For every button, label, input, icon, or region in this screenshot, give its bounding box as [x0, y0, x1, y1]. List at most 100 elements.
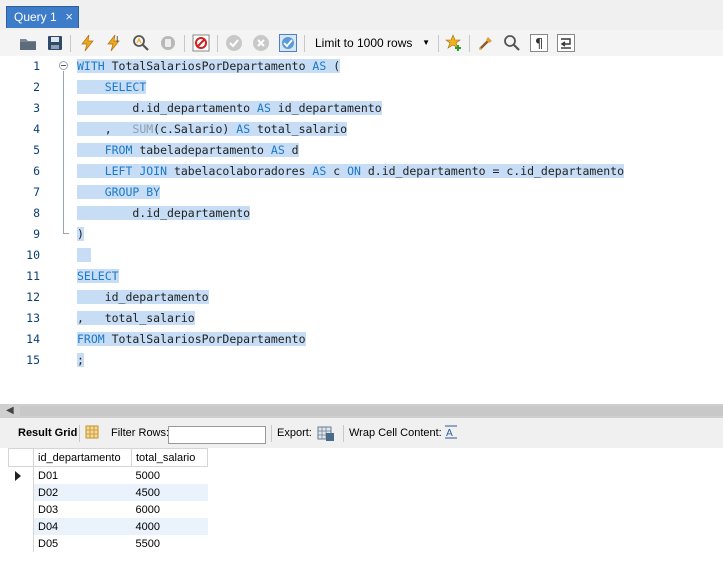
sql-keyword: AS [312, 164, 327, 178]
toggle-error-icon[interactable] [192, 34, 210, 52]
line-number: 1 [33, 59, 40, 73]
tab-bar: Query 1 × [0, 0, 723, 31]
autocommit-icon[interactable] [279, 34, 297, 52]
sql-text: total_salario [250, 122, 348, 136]
sql-text: , [77, 122, 133, 136]
open-file-icon[interactable] [19, 34, 37, 52]
table-row[interactable]: D02 4500 [8, 484, 208, 501]
table-cell[interactable]: 4500 [131, 484, 208, 501]
code-line[interactable]: LEFT JOIN tabelacolaboradores AS c ON d.… [77, 161, 625, 182]
table-row[interactable]: D03 6000 [8, 501, 208, 518]
code-line[interactable]: SELECT [77, 266, 119, 287]
table-row[interactable]: D04 4000 [8, 518, 208, 535]
result-grid-icon[interactable] [84, 424, 102, 442]
chevron-down-icon: ▼ [422, 38, 430, 47]
commit-icon[interactable] [225, 34, 243, 52]
toolbar-separator [184, 35, 185, 52]
explain-icon[interactable] [132, 34, 150, 52]
code-line[interactable]: d.id_departamento AS id_departamento [77, 98, 382, 119]
code-line[interactable]: id_departamento [77, 287, 209, 308]
table-cell[interactable]: 6000 [132, 501, 208, 518]
svg-text:I: I [116, 35, 118, 44]
code-line[interactable]: , total_salario [77, 308, 195, 329]
rollback-icon[interactable] [252, 34, 270, 52]
tab-query-1[interactable]: Query 1 × [6, 6, 79, 28]
toolbar-separator [469, 35, 470, 52]
column-header[interactable]: total_salario [131, 448, 208, 467]
filter-rows-input[interactable] [168, 426, 266, 444]
code-line[interactable]: FROM tabeladepartamento AS d [77, 140, 299, 161]
row-header[interactable] [8, 501, 34, 518]
export-icon[interactable] [317, 424, 335, 442]
row-header[interactable] [8, 518, 34, 535]
toolbar-separator [438, 35, 439, 52]
fold-marker[interactable] [59, 61, 68, 70]
line-number: 8 [33, 206, 40, 220]
beautify-icon[interactable] [477, 34, 495, 52]
table-cell[interactable]: D01 [34, 467, 132, 485]
row-header[interactable] [8, 535, 34, 552]
close-icon[interactable]: × [65, 7, 73, 27]
row-header[interactable] [8, 484, 34, 501]
limit-rows-select[interactable]: Limit to 1000 rows ▼ [310, 33, 435, 53]
wrap-icon[interactable] [557, 34, 575, 52]
code-line[interactable] [77, 245, 91, 266]
scrollbar-thumb[interactable] [20, 406, 723, 416]
line-number: 7 [33, 185, 40, 199]
sql-text: d [284, 143, 299, 157]
favorite-icon[interactable] [445, 34, 463, 52]
table-row[interactable]: D01 5000 [8, 466, 208, 485]
result-grid[interactable]: id_departamento total_salario D01 5000 D… [0, 448, 723, 565]
stop-icon[interactable] [159, 34, 177, 52]
save-icon[interactable] [46, 34, 64, 52]
selected-code: ) [77, 227, 84, 241]
result-grid-label[interactable]: Result Grid [18, 427, 77, 439]
selected-code [77, 248, 91, 262]
table-cell[interactable]: 5500 [132, 535, 208, 552]
line-number: 6 [33, 164, 40, 178]
editor-horizontal-scrollbar[interactable]: ◀ [0, 404, 723, 418]
code-line[interactable]: WITH TotalSalariosPorDepartamento AS ( [77, 56, 341, 77]
result-table: id_departamento total_salario D01 5000 D… [8, 448, 208, 552]
table-cell[interactable]: D02 [33, 484, 132, 501]
header-row: id_departamento total_salario [8, 448, 208, 467]
wrap-cell-icon[interactable]: A [444, 425, 458, 439]
table-row[interactable]: D05 5500 [8, 535, 208, 552]
line-number: 3 [33, 101, 40, 115]
table-cell[interactable]: 4000 [131, 518, 208, 535]
sql-keyword: SELECT [77, 269, 119, 283]
code-line[interactable]: , SUM(c.Salario) AS total_salario [77, 119, 348, 140]
line-number: 15 [26, 353, 40, 367]
line-number-gutter: 1 2 3 4 5 6 7 8 9 10 11 12 13 14 15 [0, 56, 58, 404]
filter-rows-label: Filter Rows: [111, 427, 170, 439]
svg-text:A: A [446, 428, 453, 439]
scroll-left-icon[interactable]: ◀ [6, 404, 14, 418]
sql-text: id_departamento [77, 290, 209, 304]
table-cell[interactable]: 5000 [132, 467, 208, 485]
invisible-chars-icon[interactable]: ¶ [530, 34, 548, 52]
sql-editor[interactable]: 1 2 3 4 5 6 7 8 9 10 11 12 13 14 15 WITH TotalSalarios… [0, 56, 723, 404]
table-cell[interactable]: D03 [34, 501, 132, 518]
column-header[interactable]: id_departamento [33, 448, 132, 467]
code-line[interactable]: GROUP BY [77, 182, 161, 203]
table-cell[interactable]: D05 [34, 535, 132, 552]
selected-code: , SUM(c.Salario) AS total_salario [77, 122, 348, 136]
code-line[interactable]: ; [77, 350, 84, 371]
code-line[interactable]: d.id_departamento [77, 203, 251, 224]
code-line[interactable]: SELECT [77, 77, 147, 98]
table-cell[interactable]: D04 [33, 518, 132, 535]
execute-icon[interactable] [79, 34, 97, 52]
row-header-corner [8, 448, 34, 467]
svg-text:¶: ¶ [535, 37, 543, 51]
code-line[interactable]: ) [77, 224, 84, 245]
execute-current-icon[interactable]: I [105, 34, 123, 52]
line-number: 12 [26, 290, 40, 304]
find-icon[interactable] [503, 34, 521, 52]
code-line[interactable]: FROM TotalSalariosPorDepartamento [77, 329, 306, 350]
row-header[interactable] [8, 466, 34, 484]
selected-code: d.id_departamento [77, 206, 251, 220]
current-row-marker-icon [14, 471, 21, 481]
